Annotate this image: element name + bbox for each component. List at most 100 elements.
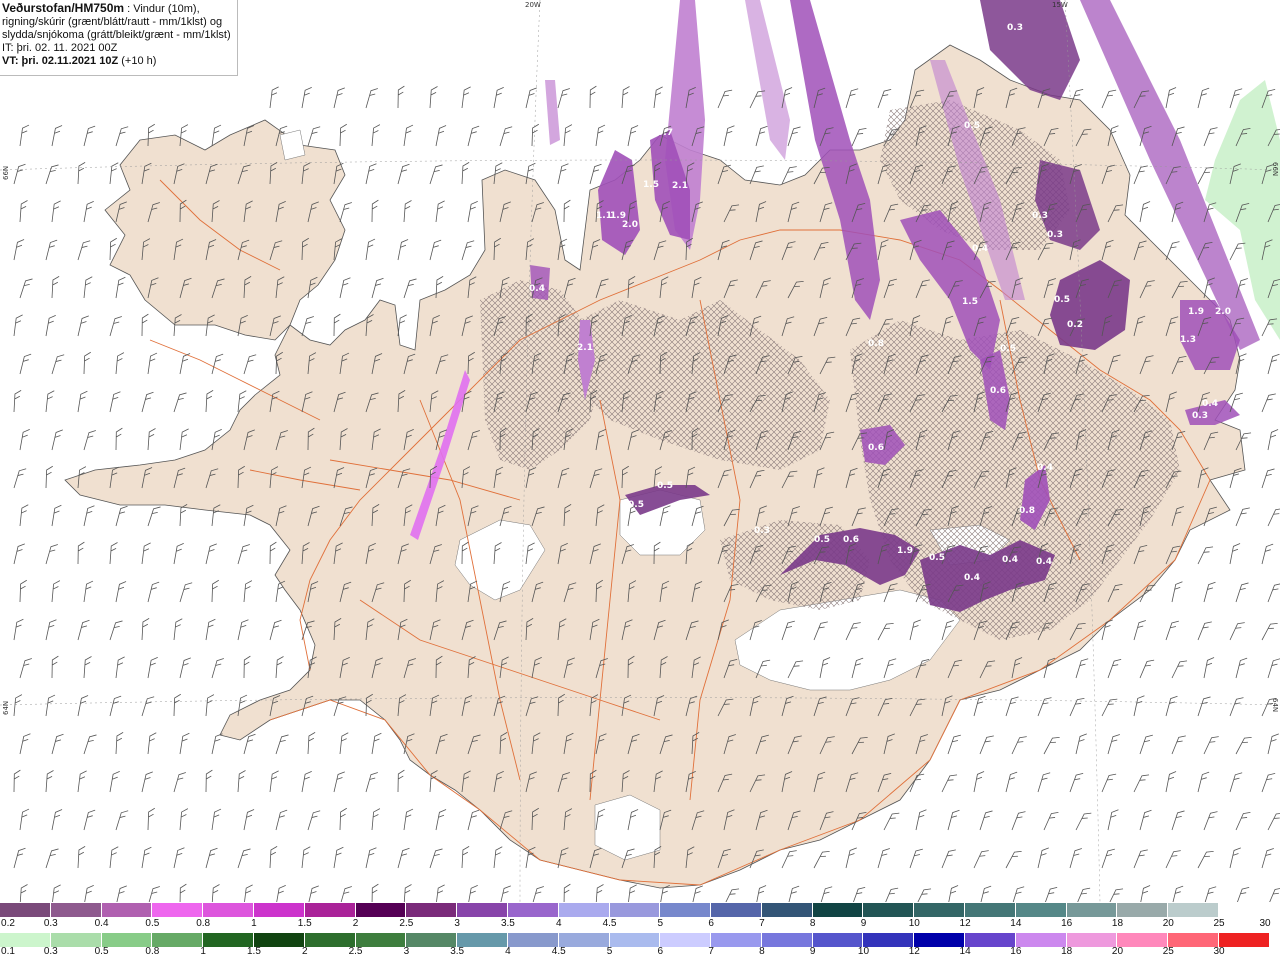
wind-barb bbox=[531, 123, 539, 147]
wind-barb bbox=[205, 543, 217, 565]
legend-label: 8 bbox=[759, 946, 765, 957]
wind-barb bbox=[51, 733, 64, 755]
lat-label-66n-left: 66N bbox=[2, 165, 10, 180]
wind-barb bbox=[13, 314, 23, 337]
wind-barb bbox=[397, 163, 410, 185]
legend-label: 3.5 bbox=[500, 918, 515, 929]
legend-label: 0.8 bbox=[145, 946, 160, 957]
wind-barb bbox=[83, 656, 92, 679]
legend-label: 0.8 bbox=[196, 918, 211, 929]
wind-barb bbox=[211, 658, 224, 679]
wind-barb bbox=[1011, 736, 1027, 755]
wind-barb bbox=[1133, 620, 1146, 641]
wind-barb bbox=[333, 771, 345, 793]
legend-swatch bbox=[761, 933, 813, 947]
wind-barb bbox=[19, 658, 32, 679]
wind-barb bbox=[1139, 201, 1151, 223]
wind-barb bbox=[243, 655, 251, 679]
wind-barb bbox=[115, 352, 125, 375]
wind-barb bbox=[973, 771, 985, 793]
legend-label: 3.5 bbox=[450, 946, 465, 957]
precip-value-label: 2.0 bbox=[1215, 307, 1231, 317]
wind-barb bbox=[173, 772, 186, 793]
legend-label: 30 bbox=[1213, 946, 1225, 957]
legend-swatch bbox=[507, 903, 559, 917]
wind-barb bbox=[83, 580, 94, 603]
precip-value-label: 0.3 bbox=[1032, 211, 1048, 221]
wind-barb bbox=[51, 580, 61, 603]
wind-barb bbox=[397, 847, 410, 869]
wind-barb bbox=[1203, 886, 1217, 902]
wind-barb bbox=[1203, 127, 1218, 147]
legend-swatch bbox=[253, 903, 305, 917]
wind-barb bbox=[1069, 697, 1085, 717]
wind-barb bbox=[1197, 87, 1210, 109]
wind-barb bbox=[429, 239, 442, 261]
map-canvas: 0.30.71.5 2.11.11.92.00.42.10.50.30.30.41… bbox=[0, 0, 1280, 902]
wind-barb bbox=[1267, 508, 1280, 527]
legend-label: 4.5 bbox=[551, 946, 566, 957]
wind-barb bbox=[979, 810, 993, 831]
info-box: Veðurstofan/HM750m : Vindur (10m), rigni… bbox=[0, 0, 238, 76]
weather-map[interactable]: 0.3 0.7 1.5 2.1 1.1 1.9 2.0 0.4 2.1 0.5 0.3 0.3 0.4 1… bbox=[0, 0, 1280, 902]
legend-label: 0.1 bbox=[1, 946, 15, 957]
wind-barb bbox=[45, 390, 55, 413]
legend-label: 20 bbox=[1111, 946, 1124, 957]
wind-barb bbox=[1203, 657, 1215, 679]
wind-barb bbox=[1101, 848, 1115, 869]
wind-barb bbox=[1235, 582, 1249, 603]
wind-barb bbox=[435, 200, 445, 223]
precip-value-label: 0.5 bbox=[964, 121, 980, 131]
legend-snow-labels: 0.2 0.3 0.4 0.5 0.8 1 1.5 2 2.5 3 3.5 4 4.5 5 6 7 8 9 10 12… bbox=[0, 918, 1280, 932]
wind-barb bbox=[237, 544, 250, 565]
legend-swatch bbox=[711, 933, 762, 947]
wind-barb bbox=[1043, 736, 1060, 755]
wind-barb bbox=[1267, 733, 1279, 755]
wind-barb bbox=[179, 732, 190, 755]
wind-barb bbox=[51, 809, 63, 831]
legend-label: 1 bbox=[200, 946, 206, 957]
precip-value-label: 0.2 bbox=[1067, 320, 1083, 330]
wind-barb bbox=[205, 618, 216, 641]
legend-label: 10 bbox=[857, 946, 870, 957]
legend-label: 0.4 bbox=[94, 918, 109, 929]
wind-barb bbox=[45, 465, 53, 489]
legend-swatch bbox=[203, 903, 254, 917]
wind-barb bbox=[941, 849, 956, 869]
wind-barb bbox=[77, 315, 89, 337]
precip-value-label: 0.3 bbox=[1047, 230, 1063, 240]
legend-label: 1 bbox=[251, 918, 257, 929]
wind-barb bbox=[45, 239, 58, 261]
legend-swatch bbox=[609, 933, 661, 947]
wind-barb bbox=[403, 884, 412, 902]
wind-barb bbox=[77, 240, 91, 261]
wind-barb bbox=[1133, 774, 1150, 793]
wind-barb bbox=[435, 125, 447, 147]
wind-barb bbox=[333, 87, 345, 109]
wind-barb bbox=[45, 164, 59, 185]
wind-barb bbox=[397, 239, 409, 261]
legend-label: 0.5 bbox=[145, 918, 160, 929]
legend-swatch bbox=[558, 903, 610, 917]
legend-swatch bbox=[1117, 933, 1169, 947]
wind-barb bbox=[397, 85, 405, 109]
wind-barb bbox=[147, 352, 158, 375]
wind-barb bbox=[77, 390, 88, 413]
wind-barb bbox=[77, 770, 87, 793]
wind-barb bbox=[51, 125, 63, 147]
wind-barb bbox=[115, 656, 125, 679]
wind-barb bbox=[1005, 771, 1018, 793]
wind-barb bbox=[1101, 89, 1117, 109]
wind-barb bbox=[141, 391, 154, 413]
wind-barb bbox=[947, 885, 959, 902]
wind-barb bbox=[13, 769, 21, 793]
wind-barb bbox=[19, 200, 28, 223]
wind-barb bbox=[13, 618, 24, 641]
legend-label: 12 bbox=[908, 946, 920, 957]
wind-barb bbox=[339, 202, 352, 223]
wind-barb bbox=[13, 694, 23, 717]
wind-barb bbox=[1043, 886, 1058, 902]
wind-barb bbox=[211, 884, 220, 902]
wind-barb bbox=[1235, 736, 1252, 755]
legend-swatch bbox=[1168, 933, 1220, 947]
